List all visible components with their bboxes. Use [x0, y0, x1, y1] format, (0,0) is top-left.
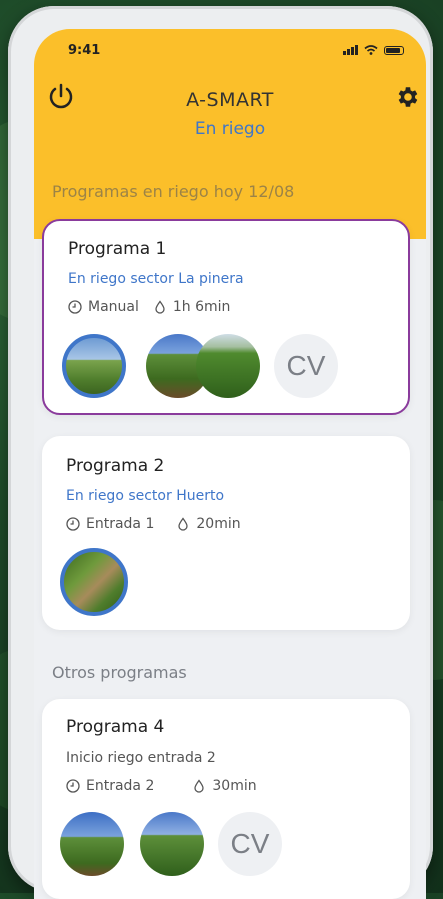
program-status: Inicio riego entrada 2 [66, 750, 216, 766]
program-card-4[interactable]: Programa 4 Inicio riego entrada 2 Entrad… [42, 699, 410, 899]
status-time: 9:41 [68, 43, 101, 58]
section-active-programs: Programas en riego hoy 12/08 [52, 182, 295, 201]
status-icons [343, 45, 404, 55]
program-meta: Entrada 2 30min [66, 778, 257, 794]
water-drop-icon [178, 517, 189, 531]
sector-avatars: CV [62, 334, 338, 398]
user-avatar-initials[interactable]: CV [218, 812, 282, 876]
program-meta: Manual 1h 6min [68, 299, 230, 315]
sector-avatars [60, 548, 128, 616]
program-duration: 30min [212, 778, 257, 794]
battery-icon [384, 46, 404, 55]
wifi-icon [364, 45, 378, 55]
clock-icon [66, 779, 80, 793]
program-title: Programa 4 [66, 717, 165, 737]
sector-photo[interactable] [196, 334, 260, 398]
section-other-programs: Otros programas [52, 663, 187, 682]
sector-avatars: CV [60, 812, 282, 876]
status-bar: 9:41 [34, 39, 426, 59]
program-start: Entrada 1 [86, 516, 155, 532]
sector-photo[interactable] [60, 812, 124, 876]
sector-photo[interactable] [60, 548, 128, 616]
program-meta: Entrada 1 20min [66, 516, 241, 532]
water-drop-icon [194, 779, 205, 793]
user-avatar-initials[interactable]: CV [274, 334, 338, 398]
phone-frame: 9:41 A-SMART En riego Programas en riego… [8, 6, 433, 899]
program-duration: 20min [196, 516, 241, 532]
clock-icon [66, 517, 80, 531]
program-start: Manual [88, 299, 139, 315]
water-drop-icon [155, 300, 165, 314]
app-screen: 9:41 A-SMART En riego Programas en riego… [34, 29, 426, 899]
sector-photo[interactable] [62, 334, 126, 398]
app-title: A-SMART [186, 89, 274, 111]
signal-icon [343, 45, 358, 55]
sector-photo[interactable] [140, 812, 204, 876]
program-card-2[interactable]: Programa 2 En riego sector Huerto Entrad… [42, 436, 410, 630]
program-card-1[interactable]: Programa 1 En riego sector La pinera Man… [42, 219, 410, 415]
program-status: En riego sector La pinera [68, 271, 244, 287]
program-title: Programa 1 [68, 239, 167, 259]
program-status: En riego sector Huerto [66, 488, 225, 504]
gear-icon[interactable] [394, 84, 420, 110]
app-header: 9:41 A-SMART En riego Programas en riego… [34, 29, 426, 239]
irrigation-status: En riego [194, 119, 266, 139]
program-title: Programa 2 [66, 456, 165, 476]
program-start: Entrada 2 [86, 778, 155, 794]
program-duration: 1h 6min [172, 299, 231, 315]
clock-icon [68, 300, 82, 314]
